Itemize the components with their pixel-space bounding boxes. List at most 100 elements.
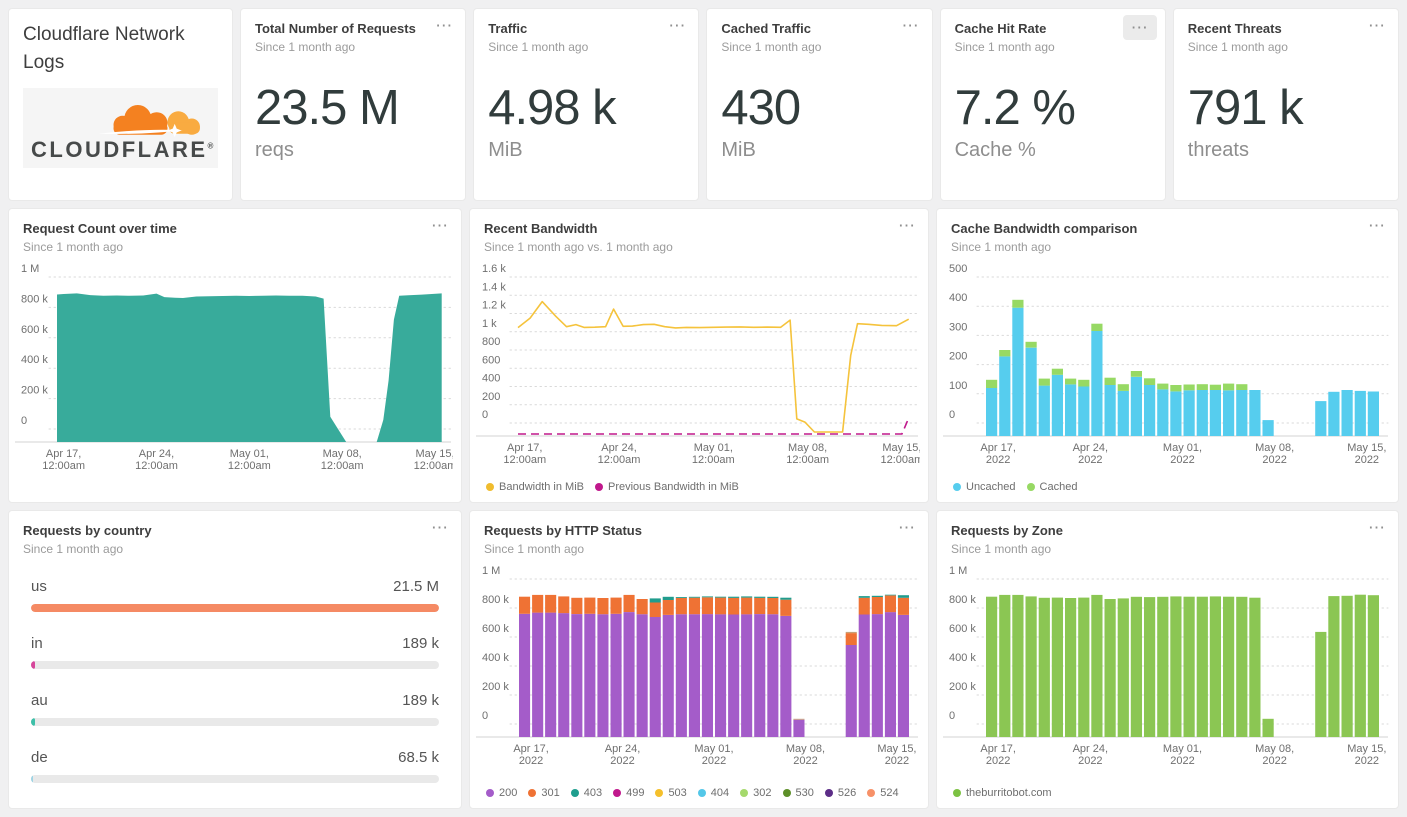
panel-menu-button[interactable]: ⋯	[431, 519, 449, 536]
svg-text:12:00am: 12:00am	[503, 454, 546, 466]
svg-text:2022: 2022	[1355, 755, 1379, 767]
panel-menu-button[interactable]: ⋯	[431, 217, 449, 234]
country-value: 189 k	[402, 635, 439, 653]
panel-menu-button[interactable]: ⋯	[898, 519, 916, 536]
svg-text:Apr 24,: Apr 24,	[1073, 743, 1108, 755]
svg-text:1.6 k: 1.6 k	[482, 263, 506, 275]
legend-item[interactable]: 524	[867, 787, 899, 799]
legend-item[interactable]: Uncached	[953, 481, 1016, 493]
legend-item[interactable]: 302	[740, 787, 772, 799]
panel-traffic: Traffic Since 1 month ago ⋯ 4.98 k MiB	[473, 8, 700, 201]
country-code: de	[31, 749, 48, 767]
request-count-area-chart[interactable]: 1 M 800 k 600 k 400 k 200 k 0 Apr 17, 12:00am Ap…	[13, 263, 453, 472]
svg-text:May 01,: May 01,	[230, 448, 269, 460]
panel-menu-button[interactable]: ⋯	[1368, 217, 1386, 234]
legend-dot-icon	[486, 483, 494, 491]
country-bar-track	[31, 775, 439, 784]
cache-bandwidth-bar-chart[interactable]: 500 400 300 200 100 0 Apr 17, 2022 Apr 24, 2022 Ma…	[941, 263, 1390, 466]
stat-value: 7.2 %	[954, 81, 1076, 136]
stat-value: 4.98 k	[488, 81, 616, 136]
legend-item[interactable]: 526	[824, 787, 856, 799]
legend-dot-icon	[782, 789, 791, 797]
svg-text:400 k: 400 k	[21, 354, 48, 366]
legend-item[interactable]: theburritobot.com	[953, 787, 1052, 799]
svg-text:May 08,: May 08,	[1255, 442, 1294, 454]
panel-title: Total Number of Requests	[255, 21, 416, 36]
svg-text:2022: 2022	[1170, 454, 1194, 466]
panel-title: Requests by Zone	[951, 523, 1063, 538]
panel-menu-button[interactable]: ⋯	[1368, 519, 1386, 536]
svg-text:May 01,: May 01,	[694, 442, 733, 454]
panel-subtitle: Since 1 month ago	[23, 240, 124, 255]
country-bar-track	[31, 604, 439, 613]
legend-item[interactable]: 403	[570, 787, 603, 799]
stat-value: 791 k	[1187, 81, 1304, 136]
country-code: us	[31, 578, 47, 596]
svg-text:800 k: 800 k	[482, 594, 509, 606]
panel-total-requests: Total Number of Requests Since 1 month a…	[240, 8, 467, 201]
svg-text:May 01,: May 01,	[694, 743, 733, 755]
legend-item[interactable]: 530	[782, 787, 814, 799]
svg-text:1 M: 1 M	[21, 263, 39, 275]
legend-item[interactable]: 503	[655, 787, 687, 799]
legend-item[interactable]: Previous Bandwidth in MiB	[595, 481, 739, 493]
legend-dot-icon	[486, 789, 494, 797]
svg-text:Apr 17,: Apr 17,	[513, 743, 548, 755]
http-status-bar-chart[interactable]: 1 M 800 k 600 k 400 k 200 k 0 Apr 17, 2022 Apr 2…	[474, 565, 920, 770]
svg-text:2022: 2022	[1170, 755, 1194, 767]
panel-title: Recent Threats	[1187, 21, 1282, 36]
svg-text:2022: 2022	[986, 755, 1010, 767]
legend-item[interactable]: Cached	[1026, 481, 1077, 493]
svg-text:2022: 2022	[1262, 454, 1286, 466]
svg-text:500: 500	[949, 263, 967, 275]
country-code: au	[31, 692, 48, 710]
legend-item[interactable]: 200	[486, 787, 517, 799]
stat-unit: MiB	[721, 139, 756, 162]
charts-row-1: Request Count over time Since 1 month ag…	[8, 207, 1399, 503]
stat-value: 23.5 M	[255, 81, 400, 136]
charts-row-2: Requests by country Since 1 month ago ⋯ …	[8, 510, 1399, 809]
legend-item[interactable]: 404	[697, 787, 729, 799]
panel-requests-by-zone: Requests by Zone Since 1 month ago ⋯ 1 M…	[936, 510, 1399, 809]
country-value: 21.5 M	[393, 578, 439, 596]
country-code: in	[31, 635, 43, 653]
country-bar-track	[31, 661, 439, 670]
svg-text:Apr 17,: Apr 17,	[980, 743, 1015, 755]
legend-item[interactable]: 499	[613, 787, 644, 799]
panel-subtitle: Since 1 month ago	[255, 40, 356, 55]
svg-text:Apr 17,: Apr 17,	[507, 442, 542, 454]
legend-dot-icon	[953, 789, 961, 797]
legend-item[interactable]: 301	[528, 787, 560, 799]
svg-text:Apr 24,: Apr 24,	[139, 448, 174, 460]
country-bar-fill	[31, 775, 34, 784]
svg-text:12:00am: 12:00am	[228, 460, 271, 472]
panel-menu-button[interactable]: ⋯	[902, 17, 920, 34]
panel-menu-button[interactable]: ⋯	[668, 17, 686, 34]
cloudflare-wordmark: CLOUDFLARE®	[31, 137, 214, 163]
svg-text:2022: 2022	[1078, 755, 1102, 767]
svg-text:1 M: 1 M	[482, 565, 500, 577]
panel-subtitle: Since 1 month ago	[954, 40, 1055, 55]
svg-text:2022: 2022	[610, 755, 634, 767]
panel-menu-button[interactable]: ⋯	[1122, 15, 1157, 40]
svg-text:12:00am: 12:00am	[692, 454, 735, 466]
svg-text:May 15,: May 15,	[415, 448, 453, 460]
stat-unit: threats	[1187, 139, 1249, 162]
panel-menu-button[interactable]: ⋯	[898, 217, 916, 234]
svg-text:200: 200	[482, 391, 500, 403]
legend-label: 302	[753, 787, 772, 799]
stat-unit: Cache %	[954, 139, 1036, 162]
panel-menu-button[interactable]: ⋯	[435, 17, 453, 34]
bandwidth-line-chart[interactable]: 1.6 k 1.4 k 1.2 k1 k 800 600 400 200 0 Apr 17, 12…	[474, 263, 920, 466]
panel-subtitle: Since 1 month ago	[951, 240, 1052, 255]
legend-label: theburritobot.com	[966, 787, 1052, 799]
country-bar-fill	[31, 661, 35, 670]
svg-text:2022: 2022	[986, 454, 1010, 466]
svg-text:2022: 2022	[519, 755, 543, 767]
legend-label: 403	[583, 787, 603, 799]
panel-title: Requests by country	[23, 523, 152, 538]
panel-menu-button[interactable]: ⋯	[1368, 17, 1386, 34]
legend-item[interactable]: Bandwidth in MiB	[486, 481, 584, 493]
panel-subtitle: Since 1 month ago	[23, 542, 124, 557]
zone-bar-chart[interactable]: 1 M 800 k 600 k 400 k 200 k 0 Apr 17, 2022 Apr 2…	[941, 565, 1390, 770]
